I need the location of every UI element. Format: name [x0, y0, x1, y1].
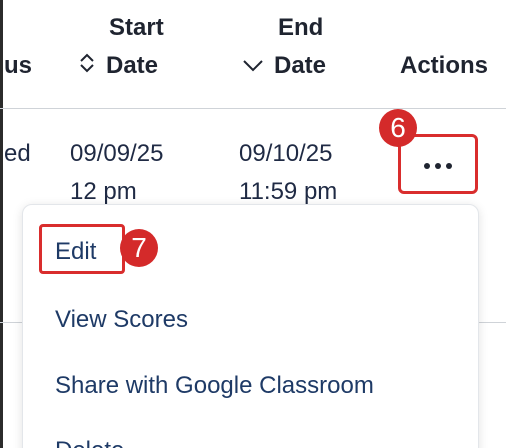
end-date-cell: 09/10/25 — [239, 140, 333, 167]
end-date-header-bottom: Date — [274, 52, 327, 79]
end-time-cell: 11:59 pm — [239, 178, 338, 205]
status-column-header[interactable]: us — [4, 52, 32, 80]
chevron-down-icon — [242, 53, 264, 81]
actions-header: Actions — [400, 52, 489, 79]
header-divider — [0, 108, 506, 109]
status-header-label: us — [4, 52, 33, 79]
sort-updown-icon — [78, 52, 96, 81]
status-cell: ed — [4, 140, 31, 167]
end-date-sort-header[interactable]: Date — [242, 52, 326, 81]
left-border — [0, 0, 3, 448]
menu-item-delete[interactable]: Delete — [55, 437, 124, 448]
more-horizontal-icon — [424, 163, 452, 169]
edit-highlight-box — [39, 224, 125, 274]
menu-item-view-scores[interactable]: View Scores — [55, 306, 188, 334]
row-actions-button[interactable] — [398, 134, 478, 194]
callout-badge-6: 6 — [379, 109, 417, 147]
callout-badge-7: 7 — [120, 229, 158, 267]
start-date-header-top: Start — [109, 14, 164, 41]
start-date-header-bottom: Date — [106, 52, 159, 79]
start-date-sort-header[interactable]: Date — [78, 52, 158, 81]
assignments-table-view: us Start Date End Date Actions ed 09/09/… — [0, 0, 506, 448]
end-date-header-top: End — [278, 14, 324, 41]
start-date-cell: 09/09/25 — [70, 140, 164, 167]
menu-item-share-google-classroom[interactable]: Share with Google Classroom — [55, 372, 374, 400]
start-time-cell: 12 pm — [70, 178, 137, 205]
